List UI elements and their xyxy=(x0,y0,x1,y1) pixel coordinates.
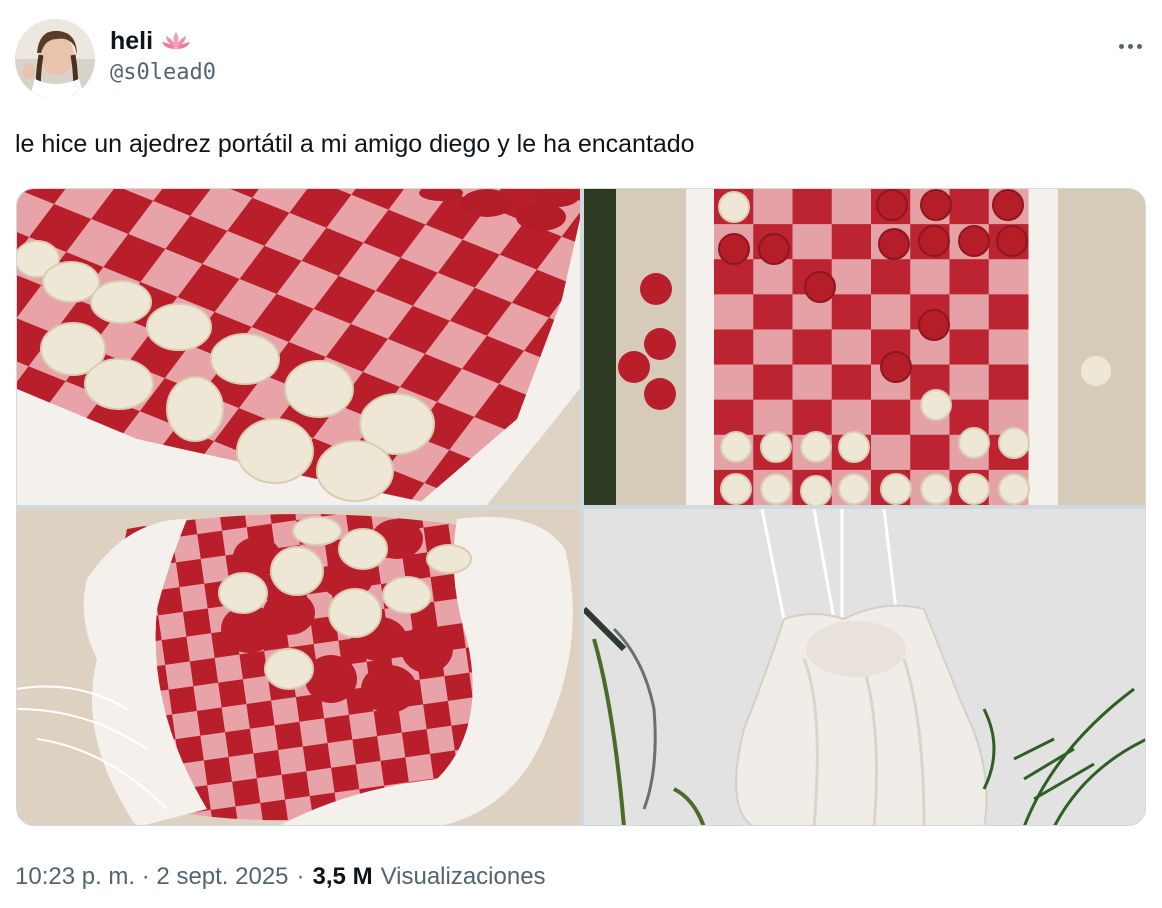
lotus-icon xyxy=(161,30,191,52)
tweet-text: le hice un ajedrez portátil a mi amigo d… xyxy=(15,130,695,158)
photo-bag-closed[interactable] xyxy=(584,509,1145,825)
meta-separator: · xyxy=(296,863,305,890)
photo-board-closeup[interactable] xyxy=(17,189,580,505)
more-options-icon[interactable] xyxy=(1114,30,1146,62)
media-grid xyxy=(16,188,1146,826)
timestamp-link[interactable]: 10:23 p. m. · 2 sept. 2025 xyxy=(15,862,289,892)
author-handle[interactable]: @s0lead0 xyxy=(110,59,216,87)
photo-board-overhead[interactable] xyxy=(584,189,1145,505)
views-count: 3,5 M xyxy=(312,863,373,890)
author-name-row: heli xyxy=(110,26,191,56)
display-name[interactable]: heli xyxy=(110,26,153,56)
avatar[interactable] xyxy=(15,19,95,99)
tweet-meta: 10:23 p. m. · 2 sept. 2025 · 3,5 M Visua… xyxy=(15,862,546,892)
photo-bag-open[interactable] xyxy=(17,509,580,825)
views-label: Visualizaciones xyxy=(380,863,546,890)
